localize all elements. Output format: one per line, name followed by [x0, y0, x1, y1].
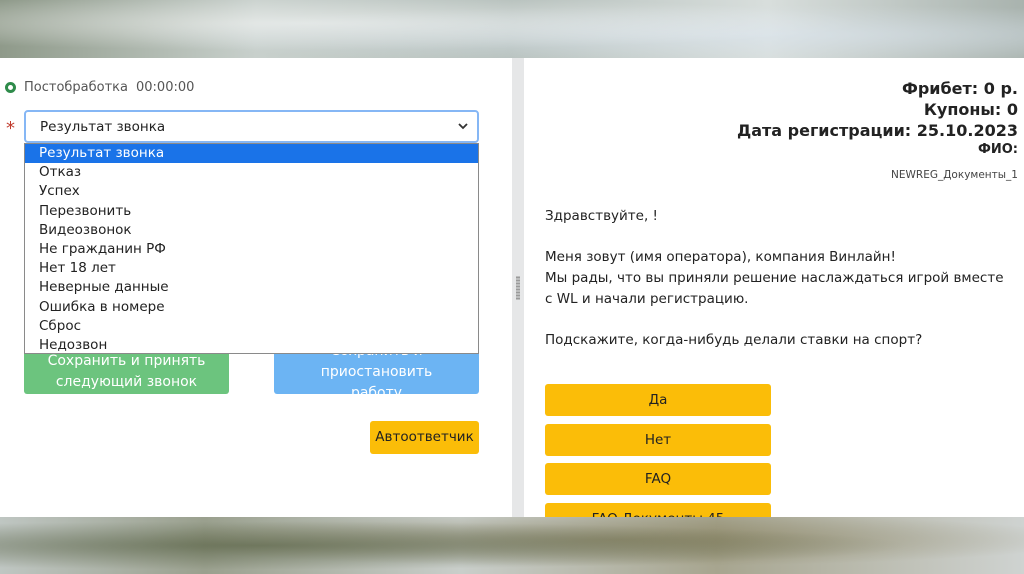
- panel-splitter[interactable]: [512, 58, 524, 517]
- call-result-dropdown: Результат звонка Отказ Успех Перезвонить…: [24, 143, 479, 354]
- background-top: [0, 0, 1024, 58]
- autoanswer-button[interactable]: Автоответчик: [370, 421, 479, 454]
- save-next-line2: следующий звонок: [55, 374, 198, 390]
- script-intro-line2: Мы рады, что вы приняли решение наслажда…: [545, 270, 1004, 307]
- left-panel: Постобработка 00:00:00 * Результат звонк…: [0, 58, 512, 517]
- freebet-value: Фрибет: 0 р.: [901, 79, 1018, 98]
- operator-app: Постобработка 00:00:00 * Результат звонк…: [0, 58, 1024, 517]
- dropdown-option[interactable]: Успех: [25, 182, 478, 201]
- script-intro-line1: Меня зовут (имя оператора), компания Вин…: [545, 249, 896, 265]
- dropdown-option[interactable]: Видеозвонок: [25, 221, 478, 240]
- dropdown-option[interactable]: Нет 18 лет: [25, 259, 478, 278]
- dropdown-option[interactable]: Результат звонка: [25, 144, 478, 164]
- right-panel: Фрибет: 0 р. Купоны: 0 Дата регистрации:…: [524, 58, 1024, 517]
- dropdown-option[interactable]: Сброс: [25, 317, 478, 336]
- save-pause-line2: работу: [350, 384, 403, 401]
- save-and-pause-button[interactable]: Сохранить и приостановить работу: [274, 343, 479, 401]
- dropdown-option[interactable]: Перезвонить: [25, 202, 478, 221]
- chevron-down-icon: [458, 123, 468, 130]
- fio-label: ФИО:: [977, 142, 1018, 157]
- answer-button-faq[interactable]: FAQ: [545, 463, 771, 495]
- dropdown-option[interactable]: Неверные данные: [25, 278, 478, 297]
- answer-button-faq-documents[interactable]: FAQ Документы 45: [545, 503, 771, 517]
- script-code: NEWREG_Документы_1: [891, 169, 1018, 181]
- call-script: Здравствуйте, ! Меня зовут (имя оператор…: [545, 206, 1015, 371]
- dropdown-option[interactable]: Не гражданин РФ: [25, 240, 478, 259]
- dropdown-option[interactable]: Отказ: [25, 163, 478, 182]
- call-result-selected: Результат звонка: [40, 118, 166, 135]
- required-asterisk: *: [6, 118, 15, 139]
- drag-handle-icon: [516, 276, 520, 300]
- background-bottom: [0, 517, 1024, 574]
- status-label: Постобработка: [24, 79, 128, 95]
- answer-button-no[interactable]: Нет: [545, 424, 771, 456]
- script-question: Подскажите, когда-нибудь делали ставки н…: [545, 332, 923, 348]
- status-timer: 00:00:00: [136, 79, 195, 95]
- coupons-value: Купоны: 0: [923, 100, 1018, 119]
- script-greeting: Здравствуйте, !: [545, 208, 658, 224]
- status-dot-icon: [5, 81, 16, 93]
- status-indicator: Постобработка 00:00:00: [5, 79, 194, 95]
- save-and-next-call-button[interactable]: Сохранить и принять следующий звонок: [24, 350, 229, 394]
- client-info: Фрибет: 0 р. Купоны: 0 Дата регистрации:…: [737, 78, 1018, 181]
- call-result-select[interactable]: Результат звонка: [24, 110, 479, 143]
- registration-date: Дата регистрации: 25.10.2023: [736, 121, 1018, 140]
- dropdown-option[interactable]: Ошибка в номере: [25, 298, 478, 317]
- dropdown-option[interactable]: Недозвон: [25, 336, 478, 355]
- answer-button-yes[interactable]: Да: [545, 384, 771, 416]
